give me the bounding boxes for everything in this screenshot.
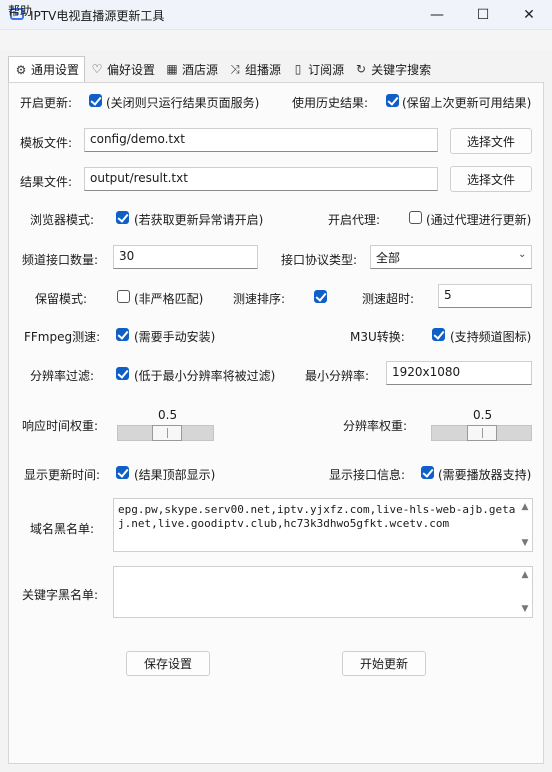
resolution-filter-label: 分辨率过滤:	[30, 369, 95, 383]
minimize-button[interactable]: —	[414, 0, 460, 30]
resolution-filter-checkbox[interactable]	[116, 367, 129, 380]
tab-label: 酒店源	[182, 62, 219, 77]
resolution-filter-hint: (低于最小分辨率将被过滤)	[134, 369, 276, 383]
scroll-up-arrow-icon[interactable]: ▲	[519, 502, 531, 512]
scroll-down-arrow-icon[interactable]: ▼	[519, 538, 531, 548]
tab-label: 偏好设置	[107, 62, 156, 77]
ffmpeg-hint: (需要手动安装)	[134, 330, 216, 344]
min-resolution-label: 最小分辨率:	[305, 369, 370, 383]
channel-count-label: 频道接口数量:	[22, 253, 99, 267]
keep-mode-checkbox[interactable]	[117, 290, 130, 303]
protocol-type-value: 全部	[376, 251, 401, 265]
tab-subscribe-source[interactable]: ▯ 订阅源	[286, 56, 349, 82]
open-update-label: 开启更新:	[20, 96, 73, 110]
m3u-checkbox[interactable]	[432, 328, 445, 341]
heart-icon: ♡	[91, 62, 103, 76]
open-update-hint: (关闭则只运行结果页面服务)	[106, 96, 260, 110]
resolution-weight-slider[interactable]	[431, 425, 532, 441]
show-interface-info-hint: (需要播放器支持)	[438, 468, 532, 482]
tab-label: 关键字搜索	[371, 62, 432, 77]
keyword-blacklist-textarea[interactable]: ▲ ▼	[113, 566, 533, 618]
show-interface-info-checkbox[interactable]	[421, 466, 434, 479]
open-update-checkbox[interactable]	[89, 94, 102, 107]
start-update-button[interactable]: 开始更新	[342, 651, 426, 676]
use-history-hint: (保留上次更新可用结果)	[402, 96, 532, 110]
tab-multicast-source[interactable]: ⤨ 组播源	[223, 56, 286, 82]
browser-mode-checkbox[interactable]	[116, 211, 129, 224]
resolution-weight-label: 分辨率权重:	[343, 419, 408, 433]
show-update-time-label: 显示更新时间:	[24, 468, 101, 482]
tab-label: 订阅源	[308, 62, 345, 77]
tab-label: 通用设置	[31, 63, 80, 77]
keep-mode-hint: (非严格匹配)	[134, 292, 204, 306]
browser-mode-label: 浏览器模式:	[30, 213, 95, 227]
tab-general-settings[interactable]: ⚙ 通用设置	[8, 56, 86, 82]
use-history-checkbox[interactable]	[386, 94, 399, 107]
show-update-time-checkbox[interactable]	[116, 466, 129, 479]
show-interface-info-label: 显示接口信息:	[329, 468, 406, 482]
resolution-weight-slider-thumb[interactable]	[467, 425, 497, 441]
protocol-type-select[interactable]: 全部	[370, 245, 532, 269]
scroll-up-arrow-icon[interactable]: ▲	[519, 570, 531, 580]
domain-blacklist-label: 域名黑名单:	[30, 522, 95, 536]
response-weight-label: 响应时间权重:	[22, 419, 99, 433]
m3u-hint: (支持频道图标)	[450, 330, 532, 344]
refresh-search-icon: ↻	[356, 62, 367, 76]
result-choose-file-button[interactable]: 选择文件	[450, 166, 532, 192]
channel-count-input[interactable]: 30	[113, 245, 258, 269]
tab-bar: ⚙ 通用设置 ♡ 偏好设置 ▦ 酒店源 ⤨ 组播源 ▯ 订阅源 ↻ 关键字搜索	[8, 56, 436, 82]
response-weight-slider-thumb[interactable]	[152, 425, 182, 441]
window-title: IPTV电视直播源更新工具	[30, 9, 165, 23]
keep-mode-label: 保留模式:	[35, 292, 88, 306]
show-update-time-hint: (结果顶部显示)	[134, 468, 216, 482]
proxy-label: 开启代理:	[328, 213, 381, 227]
tab-hotel-source[interactable]: ▦ 酒店源	[160, 56, 223, 82]
menu-bar	[0, 30, 552, 50]
scroll-down-arrow-icon[interactable]: ▼	[519, 604, 531, 614]
keyword-blacklist-label: 关键字黑名单:	[22, 588, 99, 602]
speed-sort-label: 测速排序:	[233, 292, 286, 306]
domain-blacklist-textarea[interactable]: epg.pw,skype.serv00.net,iptv.yjxfz.com,l…	[113, 498, 533, 552]
maximize-button[interactable]: ☐	[460, 0, 506, 30]
template-choose-file-button[interactable]: 选择文件	[450, 128, 532, 154]
hotel-icon: ▦	[166, 62, 178, 76]
speed-sort-checkbox[interactable]	[314, 290, 327, 303]
use-history-label: 使用历史结果:	[292, 96, 369, 110]
response-weight-value: 0.5	[158, 408, 178, 422]
browser-mode-hint: (若获取更新异常请开启)	[134, 213, 264, 227]
ffmpeg-label: FFmpeg测速:	[24, 330, 101, 344]
speed-timeout-input[interactable]: 5	[438, 284, 532, 308]
save-settings-button[interactable]: 保存设置	[126, 651, 210, 676]
template-file-label: 模板文件:	[20, 136, 73, 150]
proxy-checkbox[interactable]	[409, 211, 422, 224]
chevron-down-icon: ⌄	[518, 249, 527, 260]
gear-icon: ⚙	[15, 62, 27, 77]
tab-keyword-search[interactable]: ↻ 关键字搜索	[349, 56, 436, 82]
network-icon: ⤨	[230, 61, 240, 76]
resolution-weight-value: 0.5	[473, 408, 493, 422]
response-weight-slider[interactable]	[117, 425, 214, 441]
menu-help[interactable]: 帮助	[8, 2, 32, 19]
proxy-hint: (通过代理进行更新)	[426, 213, 532, 227]
ffmpeg-checkbox[interactable]	[116, 328, 129, 341]
tab-label: 组播源	[245, 62, 282, 77]
close-button[interactable]: ✕	[506, 0, 552, 30]
template-file-input[interactable]: config/demo.txt	[84, 128, 438, 152]
bookmark-icon: ▯	[294, 62, 302, 76]
speed-timeout-label: 测速超时:	[362, 292, 415, 306]
result-file-label: 结果文件:	[20, 175, 73, 189]
domain-blacklist-text: epg.pw,skype.serv00.net,iptv.yjxfz.com,l…	[118, 503, 516, 530]
min-resolution-input[interactable]: 1920x1080	[386, 361, 532, 385]
m3u-label: M3U转换:	[350, 330, 405, 344]
result-file-input[interactable]: output/result.txt	[84, 167, 438, 191]
protocol-type-label: 接口协议类型:	[281, 253, 358, 267]
tab-preferences[interactable]: ♡ 偏好设置	[85, 56, 160, 82]
